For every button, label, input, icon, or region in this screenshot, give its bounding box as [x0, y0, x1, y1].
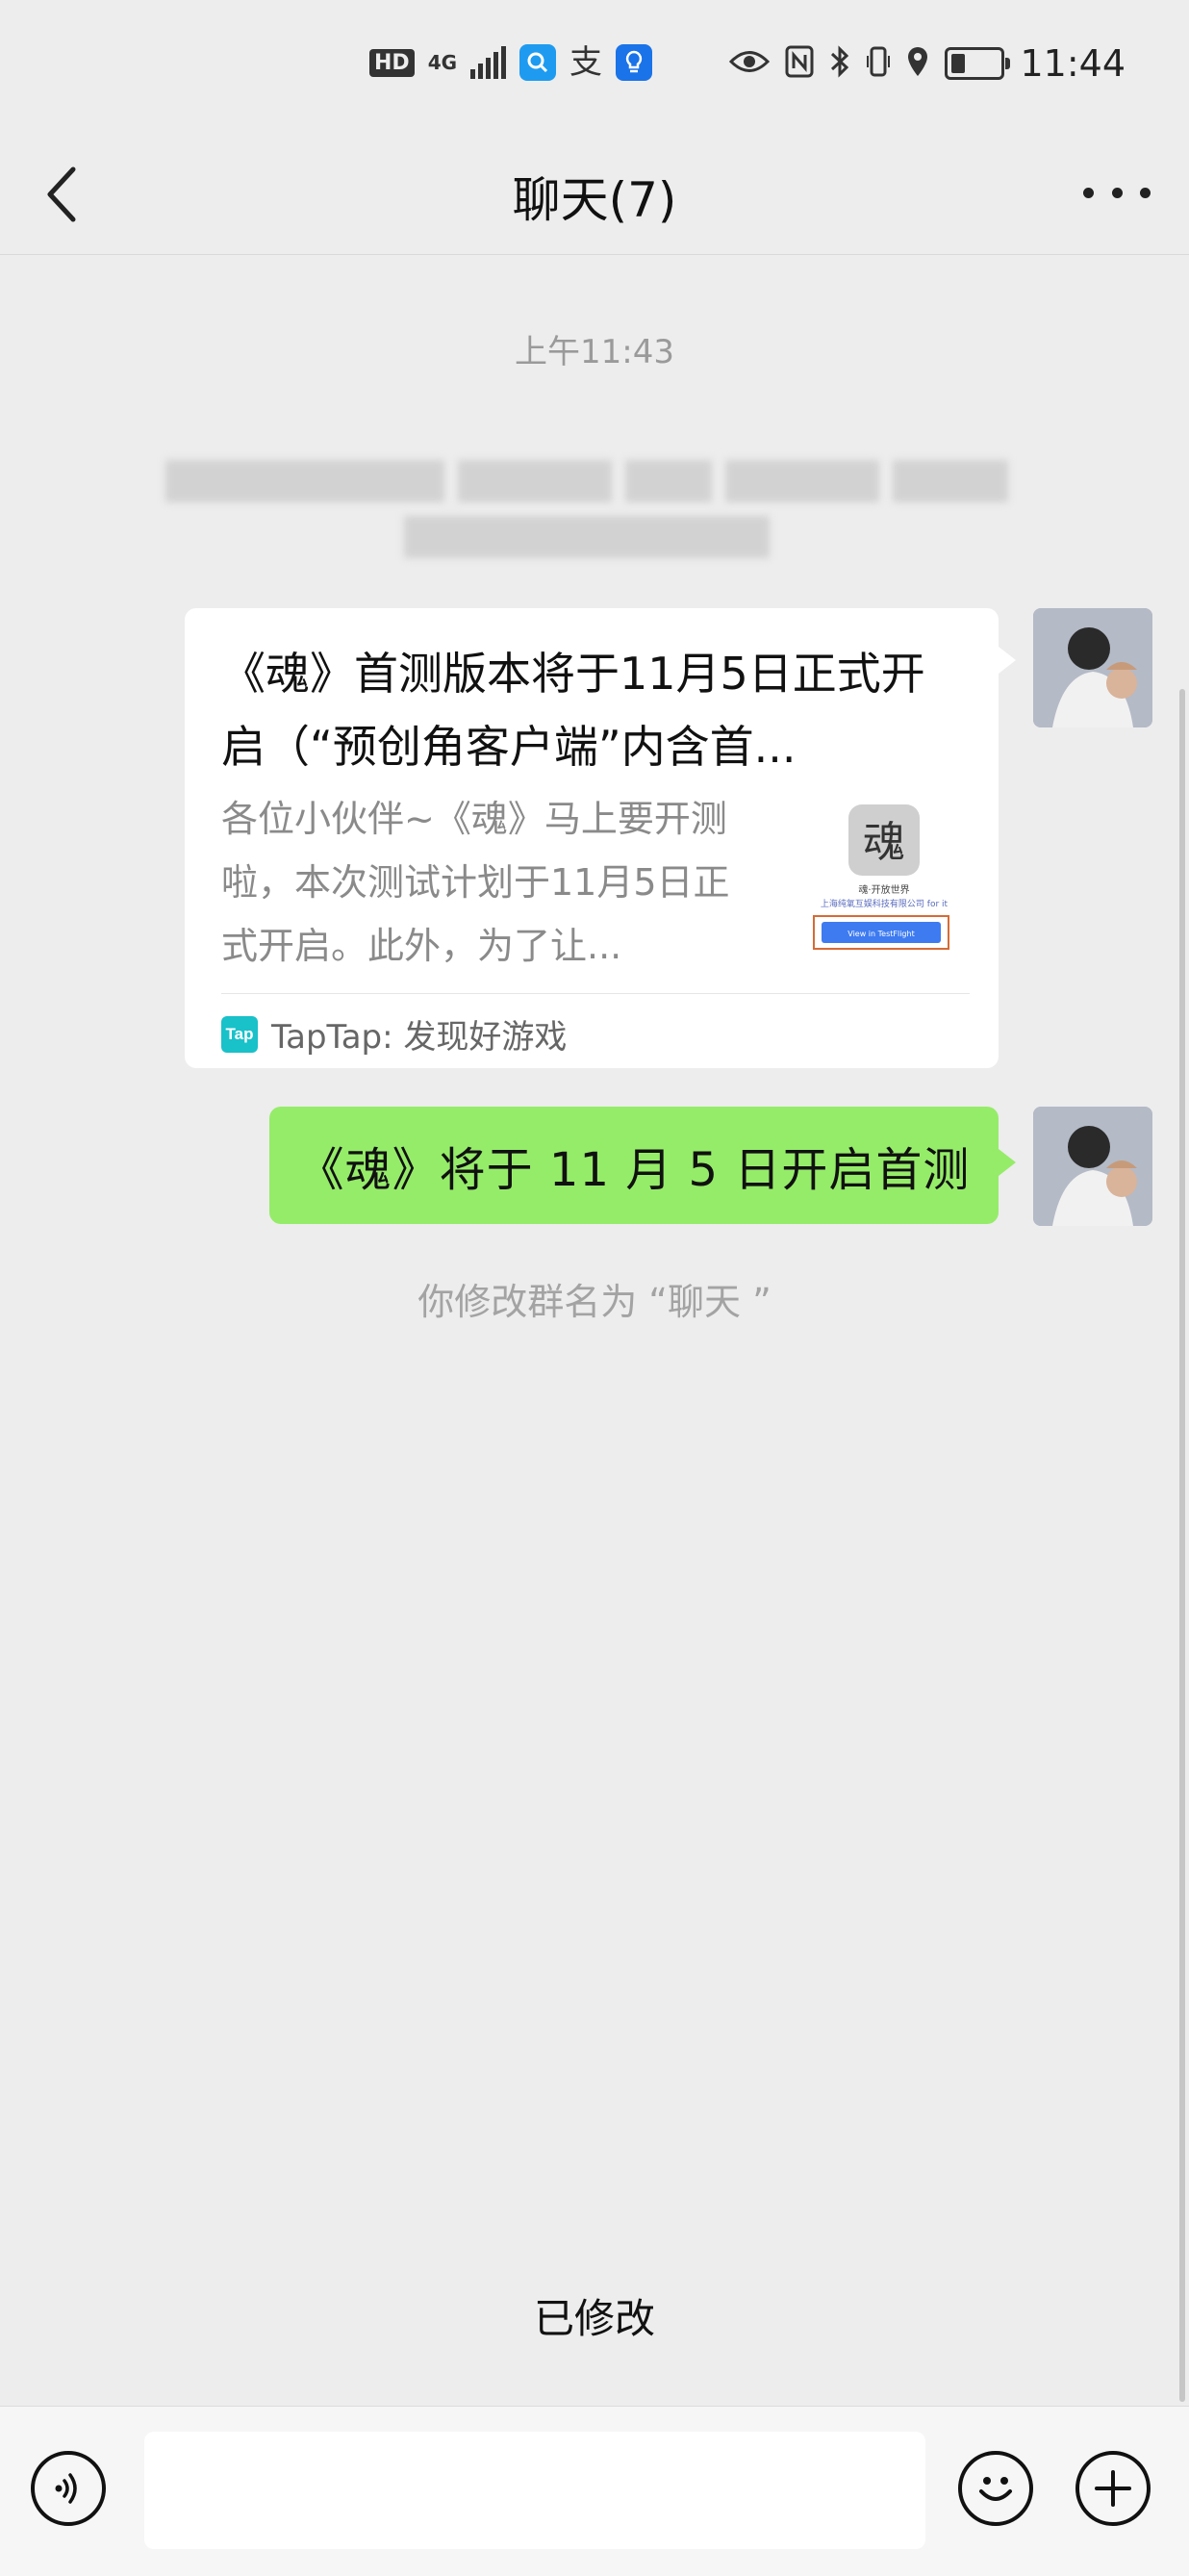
- text-message-bubble[interactable]: 《魂》将于 11 月 5 日开启首测: [269, 1107, 1016, 1224]
- nfc-icon: [785, 45, 814, 82]
- thumb-company: 上海纯氧互娱科技有限公司 for it: [821, 898, 949, 909]
- blurred-message: [115, 460, 1058, 558]
- thumb-caption: 魂·开放世界: [858, 883, 909, 896]
- vibrate-icon: [866, 44, 891, 83]
- more-button[interactable]: [1083, 173, 1151, 212]
- eye-icon: [729, 47, 771, 80]
- status-bar: HD 4G 支 11:44: [0, 0, 1189, 135]
- voice-button[interactable]: [31, 2451, 106, 2526]
- clock: 11:44: [1020, 42, 1126, 85]
- chat-header: 聊天(7): [0, 135, 1189, 255]
- smiley-icon: [979, 2477, 1012, 2501]
- thumb-logo: 魂: [863, 818, 905, 867]
- card-divider: [221, 993, 970, 994]
- link-card-message[interactable]: 《魂》首测版本将于11月5日正式开启（“预创角客户端”内含首... 各位小伙伴~…: [185, 608, 1016, 1068]
- alipay-icon: 支: [569, 43, 603, 82]
- signal-icon: [470, 46, 507, 79]
- hd-icon: HD: [369, 48, 415, 77]
- message-timestamp: 上午11:43: [515, 333, 674, 371]
- card-title: 《魂》首测版本将于11月5日正式开启（“预创角客户端”内含首...: [221, 648, 925, 773]
- card-source-label: TapTap: 发现好游戏: [271, 1018, 568, 1057]
- scrollbar[interactable]: [1179, 689, 1185, 2402]
- card-source: Tap TapTap: 发现好游戏: [221, 1010, 567, 1058]
- search-app-icon: [519, 44, 557, 81]
- input-bar: [0, 2406, 1189, 2576]
- avatar[interactable]: [1033, 1107, 1152, 1226]
- plus-circle-icon: [1095, 2470, 1131, 2507]
- toast: 已修改: [533, 2295, 655, 2342]
- bulb-app-icon: [616, 44, 653, 81]
- taptap-icon: Tap: [221, 1015, 258, 1053]
- avatar[interactable]: [1033, 608, 1152, 727]
- thumb-button: View in TestFlight: [847, 930, 914, 938]
- system-message: 你修改群名为 “聊天 ”: [417, 1281, 772, 1323]
- message-input[interactable]: [144, 2432, 925, 2549]
- bluetooth-icon: [829, 44, 850, 83]
- plus-button[interactable]: [1075, 2451, 1151, 2526]
- text-message: 《魂》将于 11 月 5 日开启首测: [297, 1143, 971, 1197]
- status-right: 11:44: [729, 42, 1126, 85]
- voice-icon: [55, 2473, 77, 2504]
- network-type: 4G: [427, 51, 458, 74]
- status-left: HD 4G 支: [369, 43, 653, 82]
- location-icon: [906, 45, 929, 82]
- card-description: 各位小伙伴~《魂》马上要开测啦，本次测试计划于11月5日正式开启。此外，为了让.…: [221, 798, 730, 967]
- page-title: 聊天(7): [512, 172, 677, 228]
- emoji-button[interactable]: [958, 2451, 1033, 2526]
- card-thumbnail: 魂 魂·开放世界 上海纯氧互娱科技有限公司 for it View in Tes…: [802, 801, 966, 955]
- battery-icon: [945, 47, 1011, 80]
- more-horizontal-icon: [1083, 187, 1094, 198]
